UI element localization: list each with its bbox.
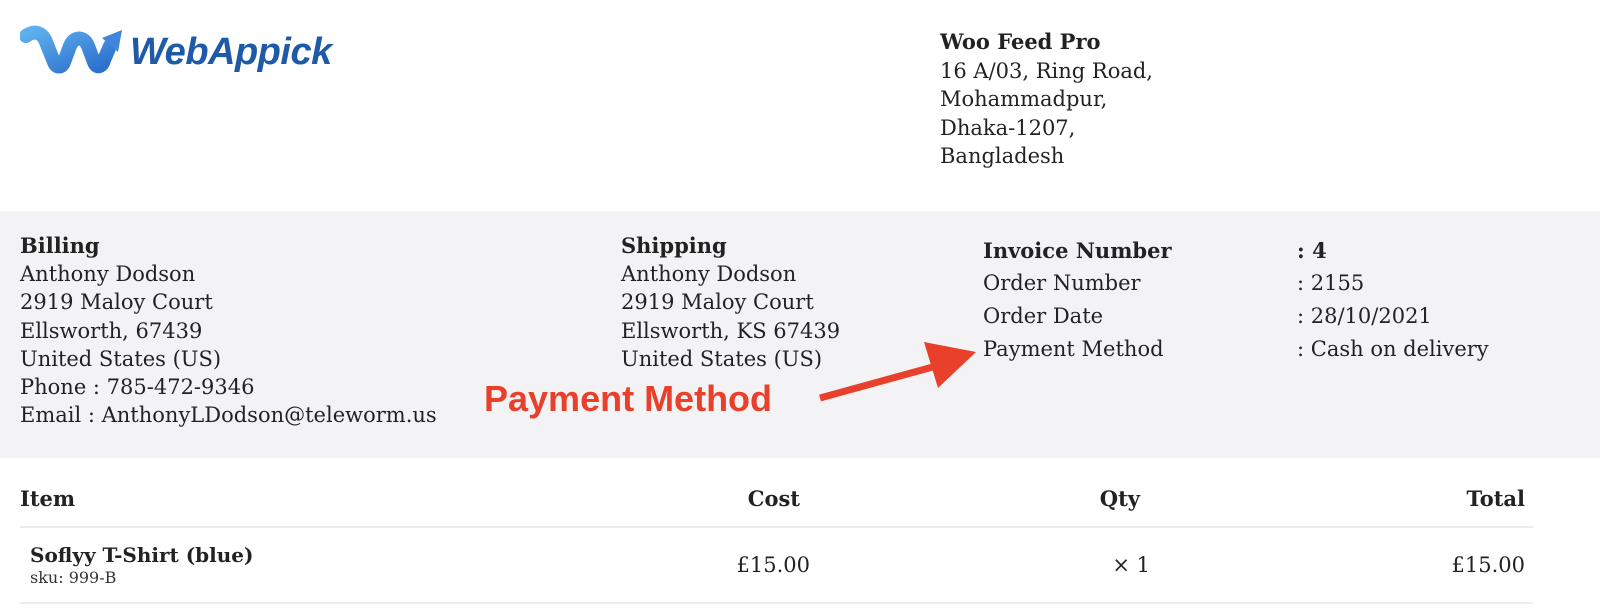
shipping-title: Shipping [621,233,727,258]
billing-phone: Phone : 785-472-9346 [20,375,255,400]
meta-value: : 2155 [1297,271,1365,295]
company-address: Woo Feed Pro 16 A/03, Ring Road, Mohamma… [940,28,1153,171]
company-address-line: Bangladesh [940,144,1065,168]
table-header: Item Cost Qty Total [20,470,1533,528]
billing-line: Ellsworth, 67439 [20,318,203,343]
webappick-logo: WebAppick [20,24,332,80]
billing-email: Email : AnthonyLDodson@teleworm.us [20,403,437,428]
payment-method-annotation: Payment Method [484,378,773,419]
meta-label: Invoice Number [983,238,1172,263]
header-item: Item [20,485,76,511]
invoice-meta: Invoice Number : 4 Order Number : 2155 O… [983,234,1489,366]
shipping-line: Anthony Dodson [621,262,797,287]
webappick-logo-icon [20,25,122,74]
meta-value: : 28/10/2021 [1297,304,1432,328]
company-address-line: 16 A/03, Ring Road, [940,58,1153,83]
item-name: Soflyy T-Shirt (blue) [30,543,254,567]
shipping-line: United States (US) [621,346,823,371]
company-address-line: Mohammadpur, [940,87,1108,111]
company-name: Woo Feed Pro [940,29,1101,54]
header-cost: Cost [747,485,800,511]
item-qty: × 1 [1112,553,1150,577]
order-date-row: Order Date : 28/10/2021 [983,300,1489,333]
company-address-line: Dhaka-1207, [940,115,1076,140]
items-table: Item Cost Qty Total Soflyy T-Shirt (blue… [20,470,1533,604]
payment-method-row: Payment Method : Cash on delivery [983,333,1489,366]
billing-address: Billing Anthony Dodson 2919 Maloy Court … [20,232,437,429]
billing-title: Billing [20,233,100,258]
order-number-row: Order Number : 2155 [983,267,1489,300]
shipping-line: 2919 Maloy Court [621,290,814,315]
item-cost: £15.00 [736,553,810,577]
meta-value: : 4 [1297,238,1327,263]
item-cell: Soflyy T-Shirt (blue) sku: 999-B [20,542,570,588]
header-total: Total [1466,485,1525,511]
item-sku: sku: 999-B [30,568,117,587]
item-total: £15.00 [1451,553,1525,577]
shipping-address: Shipping Anthony Dodson 2919 Maloy Court… [621,232,840,373]
invoice-number-row: Invoice Number : 4 [983,234,1489,267]
billing-line: United States (US) [20,346,222,371]
meta-label: Order Number [983,271,1141,295]
table-row: Soflyy T-Shirt (blue) sku: 999-B £15.00 … [20,528,1533,604]
billing-line: Anthony Dodson [20,262,196,287]
meta-value: : Cash on delivery [1297,337,1489,361]
billing-line: 2919 Maloy Court [20,290,213,315]
header-qty: Qty [1099,485,1140,511]
shipping-line: Ellsworth, KS 67439 [621,318,841,343]
meta-label: Payment Method [983,337,1164,361]
meta-label: Order Date [983,304,1104,328]
logo-text: WebAppick [130,30,332,73]
